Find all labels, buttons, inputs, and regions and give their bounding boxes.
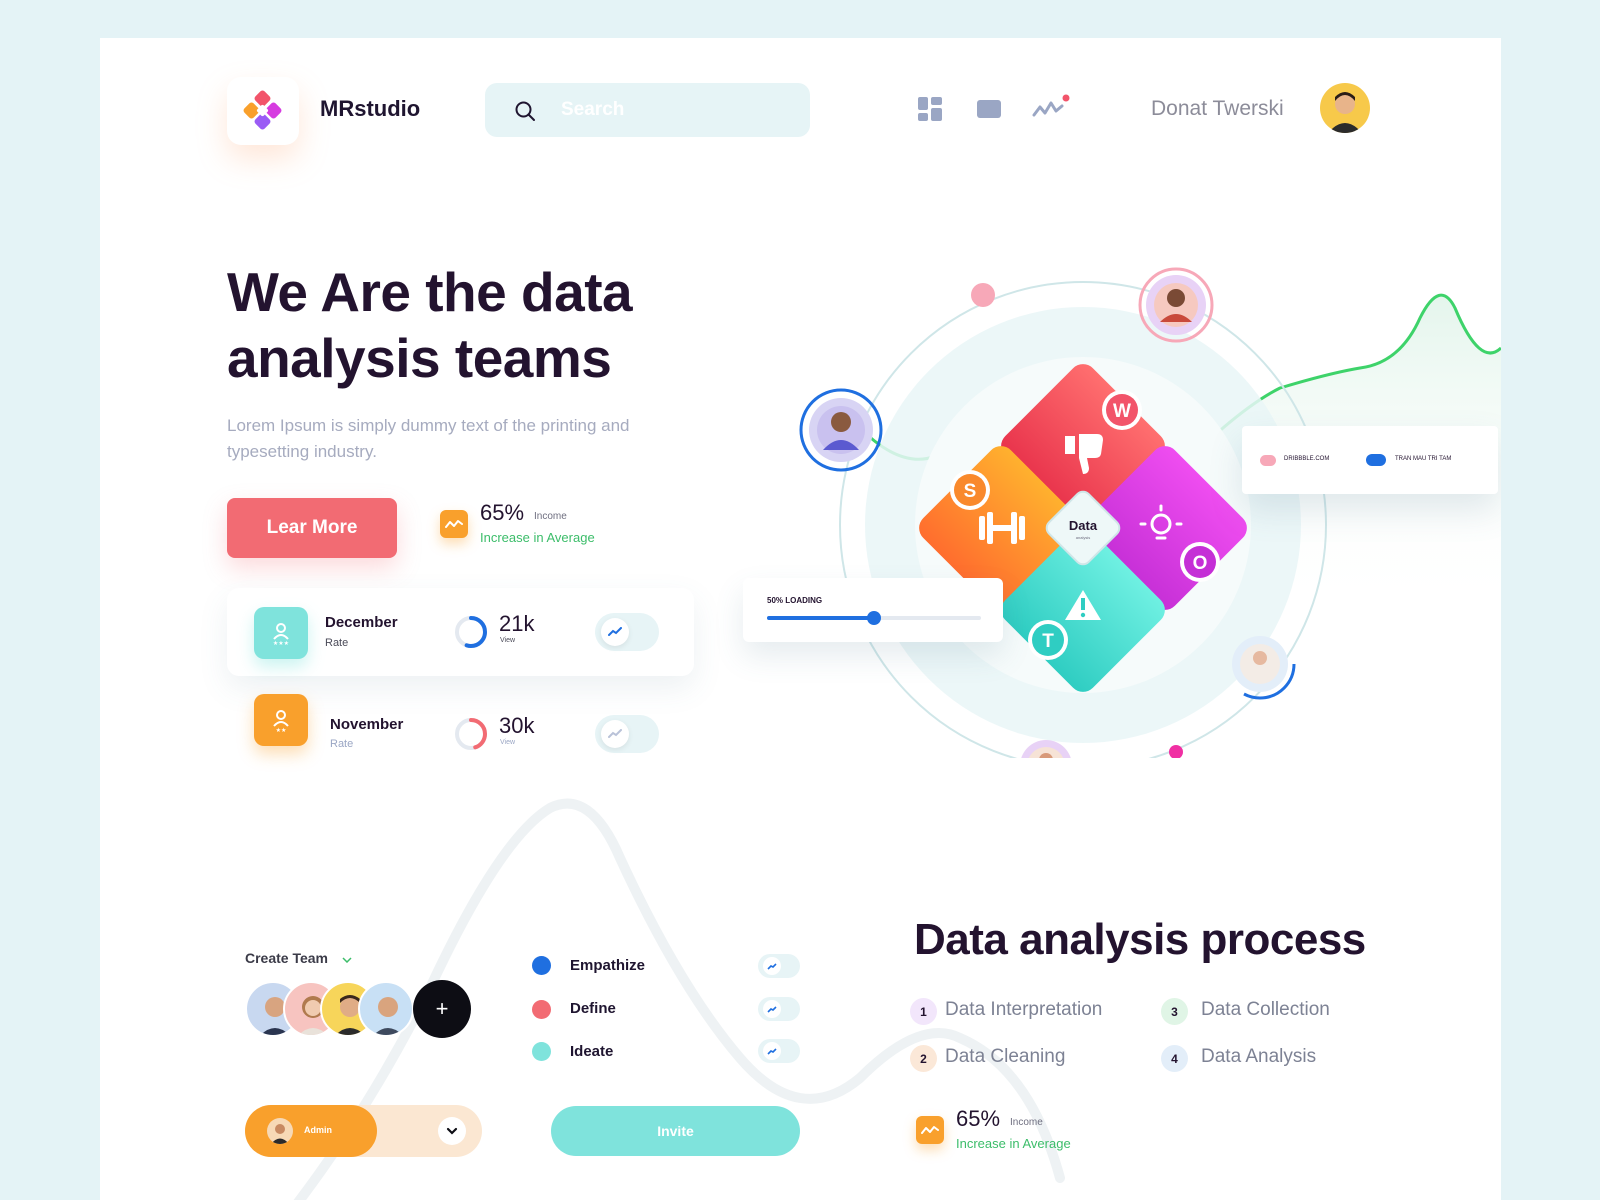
progress-ring xyxy=(455,616,487,648)
svg-text:★★: ★★ xyxy=(276,727,287,733)
step-toggle[interactable] xyxy=(758,1039,800,1063)
process-label: Data Cleaning xyxy=(945,1046,1066,1067)
process-number: 4 xyxy=(1161,1045,1188,1072)
stat-unit: Income xyxy=(534,511,567,522)
user-name[interactable]: Donat Twerski xyxy=(1151,97,1284,121)
step-dot xyxy=(532,1000,551,1019)
learn-more-button[interactable]: Lear More xyxy=(227,498,397,558)
add-member-button[interactable]: + xyxy=(413,980,471,1038)
card-icon[interactable] xyxy=(974,94,1004,124)
process-stat: 65% Income Increase in Average xyxy=(916,1106,1096,1162)
hero-subtitle: Lorem Ipsum is simply dummy text of the … xyxy=(227,416,630,461)
rate-month: December xyxy=(325,614,398,631)
toggle-knob xyxy=(763,1042,781,1060)
loading-slider-handle[interactable] xyxy=(867,611,881,625)
trend-icon xyxy=(916,1116,944,1144)
illustration-text: Data xyxy=(1069,518,1098,533)
rate-month: November xyxy=(330,716,404,733)
illustration-text: W xyxy=(1113,401,1131,422)
loading-card: 50% LOADING xyxy=(743,578,1003,642)
step-dot xyxy=(532,1042,551,1061)
step-toggle[interactable] xyxy=(758,997,800,1021)
page-card: MRstudio Donat Twerski We Are the data a… xyxy=(100,38,1501,1200)
role-dropdown-button[interactable] xyxy=(438,1117,466,1145)
role-avatar xyxy=(267,1118,293,1144)
stat-unit: Income xyxy=(1010,1117,1043,1128)
step-label: Empathize xyxy=(570,957,646,974)
illustration-text: analysis xyxy=(1076,535,1090,540)
stat-value: 65% xyxy=(480,500,525,525)
toggle-knob xyxy=(763,957,781,975)
stat-caption: Increase in Average xyxy=(480,530,595,545)
legend-label: TRAN MAU TRI TAM xyxy=(1395,456,1452,462)
rating-icon: ★★★ xyxy=(254,607,308,659)
search-input[interactable] xyxy=(561,95,791,125)
trend-up-icon xyxy=(608,627,622,636)
progress-ring xyxy=(455,718,487,750)
rate-view-label: View xyxy=(500,739,516,746)
user-avatar[interactable] xyxy=(1320,83,1370,133)
create-team-label: Create Team xyxy=(245,950,329,966)
process-number: 1 xyxy=(910,998,937,1025)
process-label: Data Analysis xyxy=(1201,1046,1317,1067)
legend-swatch xyxy=(1260,455,1276,466)
dashboard-icon[interactable] xyxy=(915,94,945,124)
loading-fill xyxy=(767,616,874,620)
illustration-text: O xyxy=(1193,553,1208,574)
trend-up-icon xyxy=(767,1047,777,1055)
search-icon xyxy=(515,101,535,121)
rating-icon: ★★ xyxy=(254,694,308,746)
stat-caption: Increase in Average xyxy=(956,1136,1071,1151)
trend-toggle[interactable] xyxy=(595,715,659,753)
trend-up-icon xyxy=(767,962,777,970)
invite-button[interactable]: Invite xyxy=(551,1106,800,1156)
chevron-down-icon xyxy=(342,957,352,964)
hero-stat: 65% Income Increase in Average xyxy=(440,500,620,556)
legend-card: DRIBBBLE.COM TRAN MAU TRI TAM xyxy=(1242,426,1498,494)
toggle-knob xyxy=(601,720,629,748)
trend-up-icon xyxy=(608,729,622,738)
rate-label: Rate xyxy=(330,738,354,750)
loading-label: 50% LOADING xyxy=(767,596,823,605)
step-label: Ideate xyxy=(570,1043,614,1060)
role-label: Admin xyxy=(304,1125,332,1135)
rate-label: Rate xyxy=(325,637,349,649)
create-team-dropdown[interactable]: Create Team xyxy=(245,950,352,966)
rate-value: 21k xyxy=(499,611,535,636)
team-avatar[interactable] xyxy=(358,981,414,1037)
process-number: 2 xyxy=(910,1045,937,1072)
toggle-knob xyxy=(601,618,629,646)
illustration-text: T xyxy=(1042,631,1054,652)
step-dot xyxy=(532,956,551,975)
hero-title: We Are the data analysis teams xyxy=(227,261,633,389)
step-label: Define xyxy=(570,1000,616,1017)
user-avatar-image xyxy=(1328,92,1362,133)
brand-logo[interactable] xyxy=(227,77,299,145)
process-label: Data Collection xyxy=(1201,999,1330,1020)
trend-toggle[interactable] xyxy=(595,613,659,651)
legend-label: DRIBBBLE.COM xyxy=(1284,456,1330,462)
puzzle-logo-icon xyxy=(243,90,282,130)
role-select[interactable]: Admin xyxy=(245,1105,482,1157)
trend-icon xyxy=(440,510,468,538)
legend-swatch xyxy=(1366,454,1386,466)
trend-up-icon xyxy=(767,1005,777,1013)
process-number: 3 xyxy=(1161,998,1188,1025)
brand-name: MRstudio xyxy=(320,96,421,121)
svg-text:★★★: ★★★ xyxy=(273,640,289,646)
rate-view-label: View xyxy=(500,637,516,644)
chevron-down-icon xyxy=(446,1127,458,1135)
stat-value: 65% xyxy=(956,1106,1001,1131)
loading-track xyxy=(767,611,981,625)
activity-icon[interactable] xyxy=(1031,94,1071,124)
process-title: Data analysis process xyxy=(914,915,1366,964)
rate-value: 30k xyxy=(499,713,535,738)
toggle-knob xyxy=(763,1000,781,1018)
search-bar[interactable] xyxy=(485,83,810,137)
process-label: Data Interpretation xyxy=(945,999,1103,1020)
illustration-text: S xyxy=(964,481,977,502)
step-toggle[interactable] xyxy=(758,954,800,978)
